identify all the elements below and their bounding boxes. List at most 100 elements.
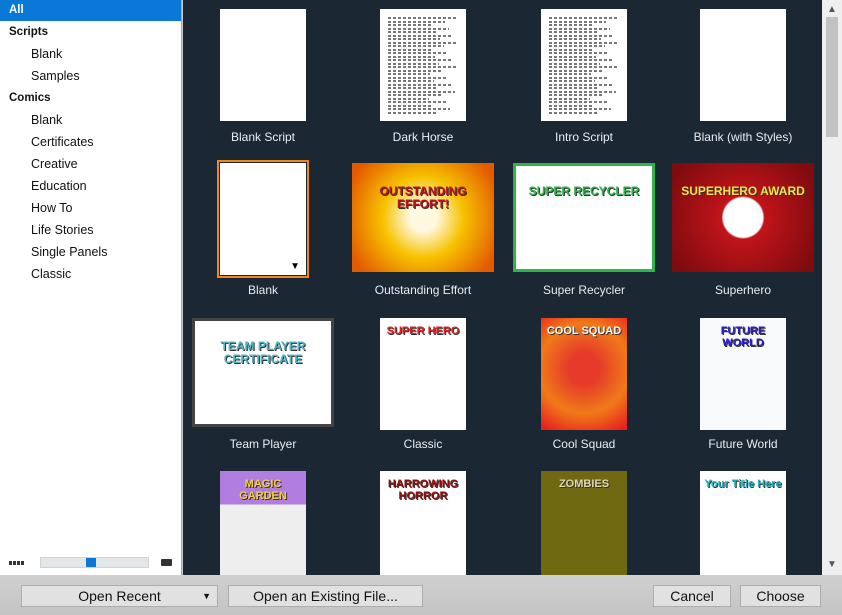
footer-bar: Open Recent ▼ Open an Existing File... C… bbox=[0, 575, 842, 615]
text-line bbox=[388, 59, 452, 61]
template-art-title: FUTURE WORLD bbox=[720, 325, 766, 349]
template-label: Classic bbox=[403, 437, 443, 451]
category-sidebar: All Scripts Blank Samples Comics Blank Certifi… bbox=[0, 0, 182, 575]
template-art-title: Your Title Here bbox=[704, 478, 782, 490]
template-art-title: SUPERHERO AWARD bbox=[681, 184, 805, 198]
open-existing-file-button[interactable]: Open an Existing File... bbox=[228, 585, 423, 607]
template-label: Intro Script bbox=[554, 130, 614, 144]
scroll-down-icon[interactable]: ▼ bbox=[822, 557, 842, 573]
template-art-title: ZOMBIES bbox=[558, 478, 610, 490]
template-label: Blank (with Styles) bbox=[693, 130, 793, 144]
sidebar-item-blank[interactable]: Blank bbox=[0, 43, 181, 65]
template-thumbnail[interactable]: FUTURE WORLD bbox=[700, 318, 786, 430]
text-line bbox=[549, 62, 600, 65]
sidebar-item-blank[interactable]: Blank bbox=[0, 109, 181, 131]
template-thumbnail[interactable]: HARROWING HORROR bbox=[380, 471, 466, 575]
text-line bbox=[388, 90, 455, 93]
open-recent-label: Open Recent bbox=[78, 588, 161, 604]
vertical-scrollbar[interactable]: ▲ ▼ bbox=[822, 0, 842, 575]
template-label: Team Player bbox=[229, 437, 297, 451]
large-thumbnails-icon[interactable] bbox=[161, 559, 172, 566]
text-line bbox=[388, 73, 430, 75]
template-label: Superhero bbox=[714, 283, 772, 297]
choose-button[interactable]: Choose bbox=[740, 585, 821, 607]
slider-handle[interactable] bbox=[85, 558, 96, 567]
text-line bbox=[388, 80, 434, 82]
template-thumbnail[interactable]: COOL SQUAD bbox=[541, 318, 627, 430]
sidebar-item-life-stories[interactable]: Life Stories bbox=[0, 219, 181, 241]
text-line bbox=[549, 80, 595, 82]
template-thumbnail[interactable]: SUPER HERO bbox=[380, 318, 466, 430]
text-line bbox=[388, 94, 442, 96]
text-line bbox=[549, 41, 618, 44]
text-line bbox=[388, 108, 450, 110]
template-label: Blank Script bbox=[230, 130, 296, 144]
template-thumbnail[interactable]: SUPER RECYCLER bbox=[513, 163, 655, 272]
text-line bbox=[549, 48, 592, 51]
text-line bbox=[388, 104, 433, 107]
sidebar-item-education[interactable]: Education bbox=[0, 175, 181, 197]
template-label: Super Recycler bbox=[542, 283, 626, 297]
text-line bbox=[388, 55, 435, 58]
template-thumbnail[interactable]: ▼ bbox=[217, 160, 309, 278]
template-thumbnail[interactable] bbox=[380, 9, 466, 121]
text-line bbox=[549, 90, 616, 93]
template-thumbnail[interactable]: ZOMBIES bbox=[541, 471, 627, 575]
open-recent-button[interactable]: Open Recent ▼ bbox=[21, 585, 218, 607]
template-thumbnail[interactable] bbox=[541, 9, 627, 121]
scrollbar-thumb[interactable] bbox=[826, 17, 838, 137]
text-line bbox=[549, 73, 591, 75]
text-line bbox=[388, 62, 439, 65]
cancel-button[interactable]: Cancel bbox=[653, 585, 731, 607]
text-line bbox=[549, 111, 598, 114]
text-line bbox=[388, 24, 432, 26]
template-thumbnail[interactable]: SUPERHERO AWARD bbox=[672, 163, 814, 272]
sidebar-item-how-to[interactable]: How To bbox=[0, 197, 181, 219]
sidebar-item-certificates[interactable]: Certificates bbox=[0, 131, 181, 153]
template-thumbnail[interactable]: OUTSTANDING EFFORT! bbox=[352, 163, 494, 272]
text-line bbox=[388, 66, 456, 68]
sidebar-item-all[interactable]: All bbox=[0, 0, 181, 21]
text-line bbox=[549, 66, 617, 68]
text-line bbox=[549, 97, 590, 100]
text-line bbox=[549, 76, 608, 79]
text-line bbox=[388, 27, 449, 30]
sidebar-item-single-panels[interactable]: Single Panels bbox=[0, 241, 181, 263]
template-art-title: SUPER RECYCLER bbox=[528, 184, 640, 198]
template-options-icon[interactable]: ▼ bbox=[290, 261, 300, 272]
sidebar-item-comics[interactable]: Comics bbox=[0, 87, 181, 109]
thumbnail-size-control bbox=[0, 555, 182, 573]
scroll-up-icon[interactable]: ▲ bbox=[822, 2, 842, 18]
text-line bbox=[549, 108, 611, 110]
sidebar-item-creative[interactable]: Creative bbox=[0, 153, 181, 175]
template-label: Outstanding Effort bbox=[374, 283, 472, 297]
template-thumbnail[interactable]: Your Title Here bbox=[700, 471, 786, 575]
sidebar-item-scripts[interactable]: Scripts bbox=[0, 21, 181, 43]
sidebar-item-classic[interactable]: Classic bbox=[0, 263, 181, 285]
text-line bbox=[549, 27, 610, 30]
text-line bbox=[549, 83, 612, 86]
template-art-title: OUTSTANDING EFFORT! bbox=[379, 184, 467, 211]
text-line bbox=[388, 101, 446, 103]
text-line bbox=[388, 52, 448, 54]
text-line bbox=[549, 104, 594, 107]
text-line bbox=[388, 48, 431, 51]
text-line bbox=[549, 69, 604, 72]
sidebar-item-samples[interactable]: Samples bbox=[0, 65, 181, 87]
template-label: Future World bbox=[708, 437, 778, 451]
text-line bbox=[549, 59, 613, 61]
text-line bbox=[549, 20, 606, 23]
template-thumbnail[interactable]: MAGIC GARDEN bbox=[220, 471, 306, 575]
text-line bbox=[388, 41, 457, 44]
category-list: All Scripts Blank Samples Comics Blank Certifi… bbox=[0, 0, 181, 285]
template-thumbnail[interactable]: TEAM PLAYER CERTIFICATE bbox=[192, 318, 334, 427]
template-thumbnail[interactable] bbox=[220, 9, 306, 121]
text-line bbox=[388, 31, 436, 33]
thumbnail-size-slider[interactable] bbox=[40, 557, 149, 568]
template-art-title: TEAM PLAYER CERTIFICATE bbox=[220, 339, 306, 366]
template-thumbnail[interactable] bbox=[700, 9, 786, 121]
small-thumbnails-icon[interactable] bbox=[9, 561, 24, 565]
template-art-title: COOL SQUAD bbox=[546, 325, 622, 337]
text-line bbox=[549, 52, 609, 54]
text-line bbox=[549, 31, 597, 33]
